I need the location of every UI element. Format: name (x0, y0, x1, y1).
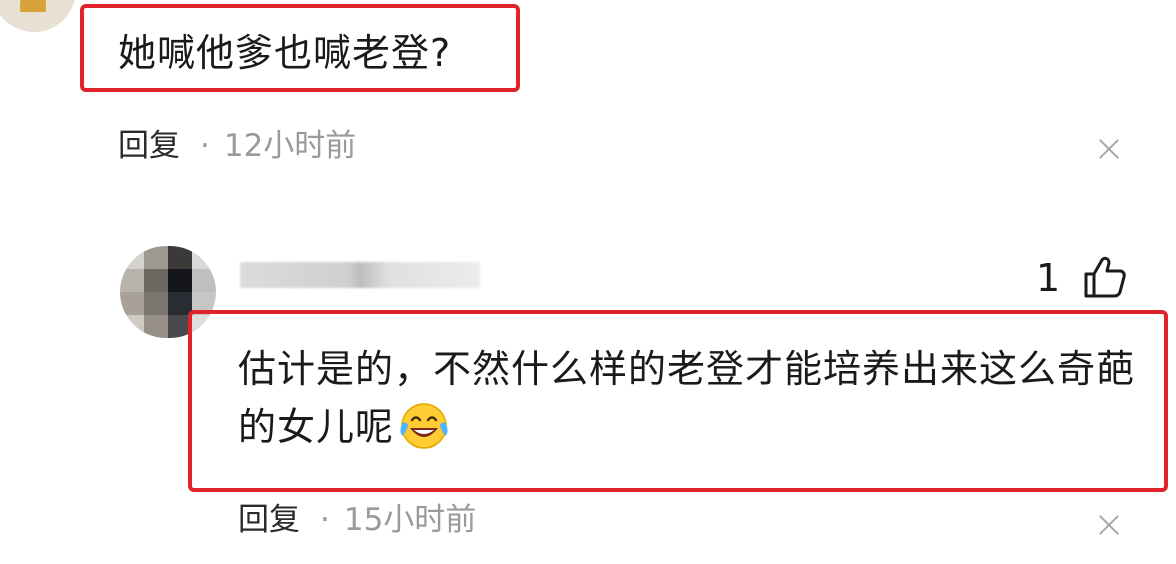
avatar-badge (20, 0, 46, 12)
comment-1-text: 她喊他爹也喊老登? (118, 31, 452, 75)
comment-timestamp: 15小时前 (343, 502, 477, 538)
comment-1-meta: 回复 · 12小时前 (118, 126, 356, 166)
meta-separator: · (200, 128, 210, 164)
comment-2-meta: 回复 · 15小时前 (238, 500, 476, 540)
meta-separator: · (320, 502, 330, 538)
like-count: 1 (1036, 256, 1061, 300)
comment-timestamp: 12小时前 (223, 128, 357, 164)
commenter-avatar-top[interactable] (0, 0, 76, 32)
reply-button[interactable]: 回复 (238, 502, 300, 538)
close-icon[interactable] (1098, 138, 1120, 160)
blurred-username[interactable] (240, 262, 480, 288)
reply-button[interactable]: 回复 (118, 128, 180, 164)
thumbs-up-icon[interactable] (1082, 254, 1128, 300)
comment-2-body: 估计是的，不然什么样的老登才能培养出来这么奇葩的女儿呢 (238, 340, 1138, 456)
crying-laughing-emoji-icon (396, 400, 452, 452)
comment-2-text: 估计是的，不然什么样的老登才能培养出来这么奇葩的女儿呢 (238, 347, 1136, 449)
close-icon[interactable] (1098, 514, 1120, 536)
